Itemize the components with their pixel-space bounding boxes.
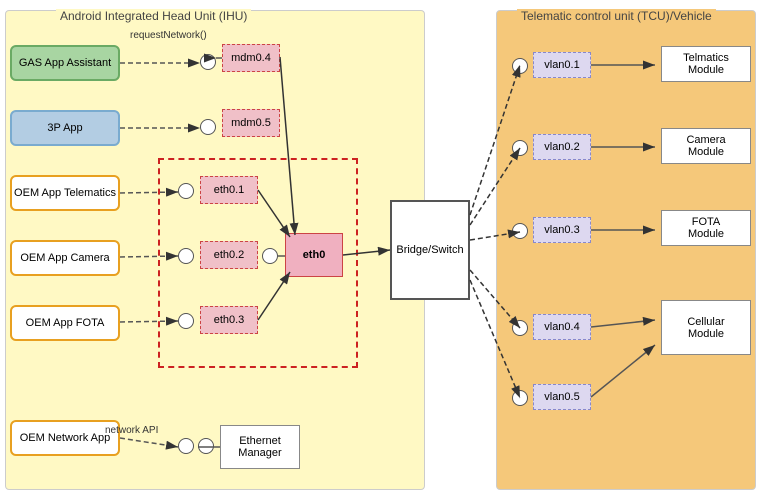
tcu-label: Telematic control unit (TCU)/Vehicle [517,9,716,23]
vlan05-box: vlan0.5 [533,384,591,410]
circle-3p [200,119,216,135]
circle-oem-camera [178,248,194,264]
tcu-panel: Telematic control unit (TCU)/Vehicle [496,10,756,490]
app-oem-fota-box: OEM App FOTA [10,305,120,341]
circle-vlan01 [512,58,528,74]
fota-module-box: FOTAModule [661,210,751,246]
vlan05-label: vlan0.5 [544,391,579,403]
vlan04-box: vlan0.4 [533,314,591,340]
circle-vlan02 [512,140,528,156]
camera-module-box: CameraModule [661,128,751,164]
vlan01-label: vlan0.1 [544,59,579,71]
app-3p-label: 3P App [47,122,82,134]
bridge-switch-box: Bridge/Switch [390,200,470,300]
eth01-box: eth0.1 [200,176,258,204]
eth-manager-label: EthernetManager [238,435,281,459]
eth03-label: eth0.3 [214,314,245,326]
vlan02-box: vlan0.2 [533,134,591,160]
app-gas-box: GAS App Assistant [10,45,120,81]
circle-eth02-right [262,248,278,264]
circle-gas [200,54,216,70]
app-oem-camera-box: OEM App Camera [10,240,120,276]
app-oem-telematics-label: OEM App Telematics [14,187,116,199]
cellular-module-label: CellularModule [687,316,724,340]
app-oem-network-box: OEM Network App [10,420,120,456]
app-oem-camera-label: OEM App Camera [20,252,109,264]
vlan03-box: vlan0.3 [533,217,591,243]
telmatics-module-box: TelmaticsModule [661,46,751,82]
mdm04-box: mdm0.4 [222,44,280,72]
network-api-label: network API [105,425,158,436]
eth02-box: eth0.2 [200,241,258,269]
eth0-box: eth0 [285,233,343,277]
cellular-module-box: CellularModule [661,300,751,355]
eth01-label: eth0.1 [214,184,245,196]
eth03-box: eth0.3 [200,306,258,334]
mdm05-box: mdm0.5 [222,109,280,137]
ihu-label: Android Integrated Head Unit (IHU) [56,9,251,23]
circle-vlan04 [512,320,528,336]
vlan01-box: vlan0.1 [533,52,591,78]
app-oem-network-label: OEM Network App [20,432,110,444]
eth0-label: eth0 [303,249,326,261]
mdm05-label: mdm0.5 [231,117,271,129]
app-oem-telematics-box: OEM App Telematics [10,175,120,211]
vlan02-label: vlan0.2 [544,141,579,153]
app-oem-fota-label: OEM App FOTA [26,317,105,329]
eth02-label: eth0.2 [214,249,245,261]
circle-eth-mgr1 [198,438,214,454]
camera-module-label: CameraModule [686,134,725,158]
diagram-container: Android Integrated Head Unit (IHU) Telem… [0,0,761,502]
mdm04-label: mdm0.4 [231,52,271,64]
vlan03-label: vlan0.3 [544,224,579,236]
circle-oem-network [178,438,194,454]
vlan04-label: vlan0.4 [544,321,579,333]
fota-module-label: FOTAModule [688,216,724,240]
request-network-label: requestNetwork() [130,30,207,41]
app-gas-label: GAS App Assistant [19,57,111,69]
circle-vlan03 [512,223,528,239]
circle-oem-telematics [178,183,194,199]
circle-vlan05 [512,390,528,406]
telmatics-module-label: TelmaticsModule [683,52,729,76]
eth-manager-box: EthernetManager [220,425,300,469]
app-3p-box: 3P App [10,110,120,146]
circle-oem-fota [178,313,194,329]
bridge-switch-label: Bridge/Switch [396,244,463,256]
